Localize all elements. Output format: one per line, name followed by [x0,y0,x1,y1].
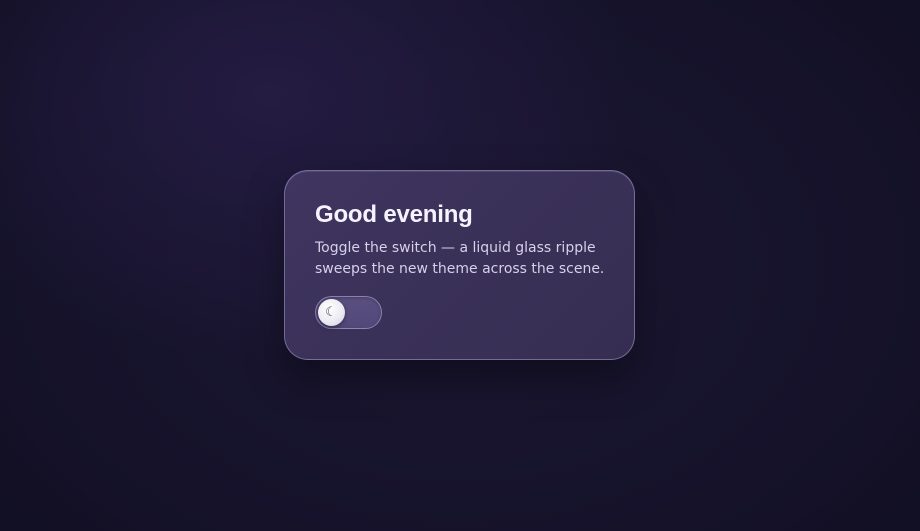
card-description: Toggle the switch — a liquid glass rippl… [315,240,605,277]
toggle-knob[interactable]: ☾ [318,299,345,326]
greeting-card: Good evening Toggle the switch — a liqui… [284,170,635,360]
card-title: Good evening [315,201,473,228]
background-scene: Good evening Toggle the switch — a liqui… [0,0,920,531]
theme-toggle-switch[interactable]: ☾ [315,296,382,329]
moon-icon: ☾ [325,305,337,320]
